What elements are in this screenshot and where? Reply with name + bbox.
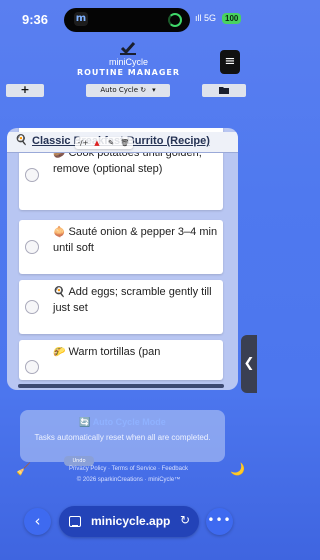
auto-cycle-title: 🔄 Auto Cycle Mode [79,417,166,427]
task-checkbox[interactable] [25,360,39,374]
tabs-icon[interactable] [69,516,81,527]
undo-button[interactable]: Undo [64,456,94,466]
app-activity-icon: m [74,12,88,26]
chevron-down-icon: ▾ [152,86,156,94]
add-task-button[interactable]: + [6,84,44,97]
task-actions: -/+ ▲ ✎ 🗑 [75,137,133,149]
toolbar: + Auto Cycle ↻ ▾ [6,84,246,97]
broom-icon[interactable]: 🧹 [16,462,31,476]
folder-button[interactable] [202,84,246,97]
battery-badge: 100 [222,13,242,24]
auto-cycle-description: Tasks automatically reset when all are c… [34,433,211,442]
priority-toggle-button[interactable]: -/+ [77,137,89,149]
cycle-mode-label: Auto Cycle ↻ [100,86,147,94]
url-text: minicycle.app [91,514,171,528]
edit-icon[interactable]: ✎ [105,137,117,149]
brand-name: miniCycle [108,57,148,67]
moon-icon[interactable]: 🌙 [230,462,245,476]
task-checkbox[interactable] [25,240,39,254]
dynamic-island: m [64,8,190,32]
more-options-button[interactable]: ••• [206,508,233,535]
trash-icon[interactable]: 🗑 [119,137,131,149]
task-text: 🌮 Warm tortillas (pan [53,346,161,358]
signal-indicator: ıll 5G [195,13,217,23]
footer-links[interactable]: Privacy Policy · Terms of Service · Feed… [0,466,257,472]
side-panel-handle[interactable]: ❮ [241,335,257,393]
list-title-icon: 🍳 [15,135,28,146]
task-text: 🧅 Sauté onion & pepper 3–4 min until soft [53,226,218,254]
menu-button[interactable]: ≡ [220,50,240,74]
warning-icon[interactable]: ▲ [91,137,103,149]
app-logo-icon [120,42,136,55]
clock: 9:36 [22,12,49,27]
task-text: 🍳 Add eggs; scramble gently till just set [53,286,212,314]
task-item[interactable]: 🧅 Sauté onion & pepper 3–4 min until soft [19,220,223,274]
auto-cycle-info: 🔄 Auto Cycle Mode Tasks automatically re… [20,410,225,462]
brand-subtitle: ROUTINE MANAGER [76,68,181,77]
address-bar[interactable]: minicycle.app ↻ [59,506,199,537]
status-bar: 9:36 m ıll 5G 100 [0,0,257,36]
cycle-mode-select[interactable]: Auto Cycle ↻ ▾ [86,84,170,97]
folder-icon [219,87,229,94]
task-item[interactable]: 🍳 Add eggs; scramble gently till just set [19,280,223,334]
task-list-card: 🥔 Cook potatoes until golden; remove (opt… [7,128,238,390]
activity-ring-icon [168,13,182,27]
refresh-icon: 🔄 [79,417,91,427]
task-checkbox[interactable] [25,168,39,182]
task-checkbox[interactable] [25,300,39,314]
horizontal-scrollbar[interactable] [18,384,224,388]
task-item[interactable]: 🌮 Warm tortillas (pan [19,340,223,380]
back-button[interactable]: ‹ [24,508,51,535]
footer-copyright: © 2026 sparkinCreations · miniCycle™ [76,477,181,483]
reload-icon[interactable]: ↻ [180,513,190,527]
